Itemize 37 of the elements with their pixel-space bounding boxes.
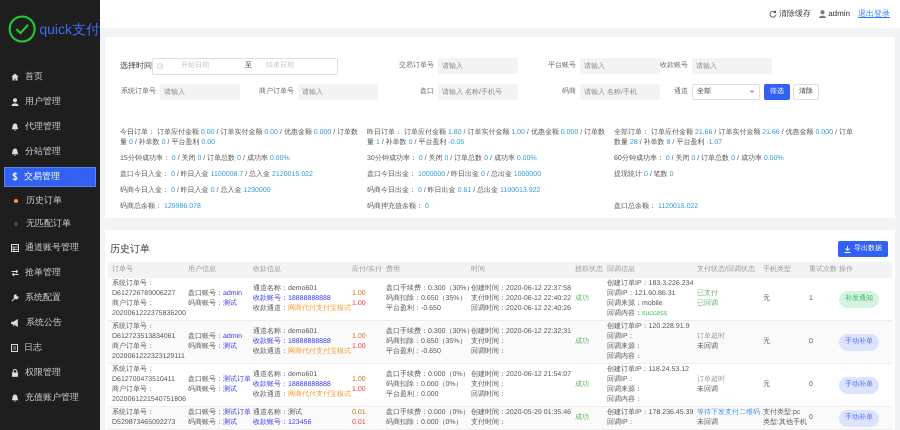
lock-icon	[11, 368, 19, 376]
sidebar-item[interactable]: 交易管理	[4, 166, 96, 186]
swap-arrows-icon	[11, 268, 19, 276]
sidebar-subitem[interactable]: 历史订单	[0, 189, 100, 212]
sidebar-item[interactable]: 通道账号管理	[4, 235, 96, 260]
brand-name: quick支付	[39, 20, 100, 39]
clear-cache-button[interactable]: 清除缓存	[769, 8, 812, 20]
user-name: admin	[828, 8, 850, 20]
sidebar-item[interactable]: 充值账户管理	[4, 385, 96, 410]
table-icon	[11, 244, 19, 252]
sidebar-item[interactable]: 首页	[4, 64, 96, 89]
sidebar-item[interactable]: 代理管理	[4, 114, 96, 139]
section-title: 历史订单	[110, 242, 150, 256]
home-icon	[11, 72, 19, 80]
sidebar-item[interactable]: 权限管理	[4, 360, 96, 385]
caret-icon	[749, 90, 755, 94]
sidebar-item[interactable]: 系统配置	[4, 285, 96, 310]
sidebar-subitem[interactable]: 无匹配订单	[0, 212, 100, 235]
bell-icon	[11, 148, 19, 156]
logout-link[interactable]: 退出登录	[858, 8, 890, 20]
dollar-icon	[12, 172, 18, 181]
bell-icon	[11, 122, 19, 130]
wrench-icon	[11, 294, 19, 302]
refresh-icon	[769, 10, 778, 18]
sidebar-item[interactable]: 系统公告	[4, 310, 96, 335]
megaphone-icon	[11, 318, 20, 326]
person-icon	[11, 98, 19, 106]
clock-icon	[157, 63, 163, 70]
sidebar-item[interactable]: 抢单管理	[4, 260, 96, 285]
bell-icon	[11, 394, 19, 402]
field-label: 选择时间	[120, 60, 152, 72]
download-icon	[844, 246, 851, 252]
sidebar-item[interactable]: 日志	[4, 335, 96, 360]
document-icon	[11, 344, 18, 352]
user-icon	[819, 10, 826, 18]
sidebar-item[interactable]: 用户管理	[4, 89, 96, 114]
sidebar-item[interactable]: 分站管理	[4, 139, 96, 164]
